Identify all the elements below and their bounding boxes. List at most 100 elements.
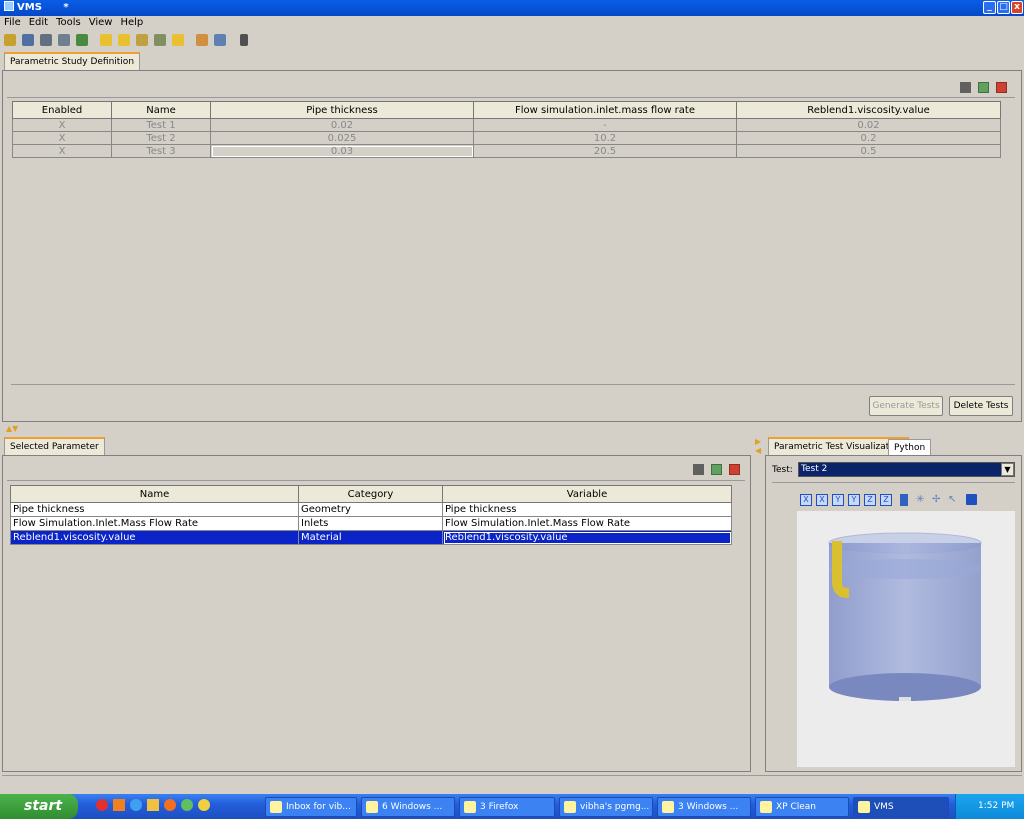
fit-icon[interactable]: ✢ [932,494,940,505]
horizontal-splitter[interactable]: ▲▼ [0,424,1024,433]
cell-category[interactable]: Material [298,530,443,545]
task-vibha[interactable]: vibha's pgmg... [559,797,653,817]
delete-row-icon[interactable] [996,82,1007,93]
table-view-icon[interactable] [693,464,704,475]
view-y-neg-button[interactable]: Y [832,494,844,506]
app-icon-quick[interactable] [181,799,193,811]
cell-name[interactable]: Test 2 [111,131,211,145]
view-y-pos-button[interactable]: Y [848,494,860,506]
cell-variable[interactable]: Reblend1.viscosity.value [442,530,732,545]
render-mode-icon[interactable] [900,494,908,506]
vertical-splitter-arrow-icon[interactable]: ▶ ◀ [755,437,763,457]
toolbar-new-icon[interactable] [4,34,16,46]
task-inbox[interactable]: Inbox for vib... [265,797,357,817]
col-variable[interactable]: Variable [442,485,732,503]
cell-viscosity[interactable]: 0.5 [736,144,1001,158]
menu-tools[interactable]: Tools [52,17,85,28]
toolbar-grid-icon[interactable] [40,34,52,46]
cell-flow[interactable]: 10.2 [473,131,737,145]
col-pipe-thickness[interactable]: Pipe thickness [210,101,474,119]
task-windows-2[interactable]: 3 Windows ... [657,797,751,817]
java-icon[interactable] [113,799,125,811]
view-x-neg-button[interactable]: X [800,494,812,506]
toolbar-folder4-icon[interactable] [172,34,184,46]
toolbar-run-icon[interactable] [196,34,208,46]
toolbar-stop-icon[interactable] [240,34,248,46]
col-category[interactable]: Category [298,485,443,503]
cell-category[interactable]: Inlets [298,516,443,531]
cell-category[interactable]: Geometry [298,502,443,517]
task-vms[interactable]: VMS [853,797,949,817]
cell-viscosity[interactable]: 0.02 [736,118,1001,132]
table-row[interactable]: Flow Simulation.Inlet.Mass Flow Rate Inle… [10,516,732,531]
view-x-pos-button[interactable]: X [816,494,828,506]
pick-icon[interactable]: ↖ [948,494,956,505]
antivirus-icon[interactable] [96,799,108,811]
cell-pipe[interactable]: 0.03 [210,144,474,158]
toolbar-layers-icon[interactable] [76,34,88,46]
col-name[interactable]: Name [111,101,211,119]
table-row[interactable]: X Test 2 0.025 10.2 0.2 [12,131,1001,145]
cell-enabled[interactable]: X [12,131,112,145]
cell-variable[interactable]: Pipe thickness [442,502,732,517]
firefox-icon[interactable] [164,799,176,811]
table-row-selected[interactable]: Reblend1.viscosity.value Material Reblend1… [10,530,732,545]
table-row[interactable]: X Test 1 0.02-0.02 [12,118,1001,132]
menu-help[interactable]: Help [116,17,147,28]
minimize-icon[interactable]: _ [983,1,996,14]
tab-parametric-study-definition[interactable]: Parametric Study Definition [4,52,141,70]
toolbar-folder3-icon[interactable] [136,34,148,46]
cell-enabled[interactable]: X [12,118,112,132]
menu-edit[interactable]: Edit [25,17,52,28]
toolbar-mesh-icon[interactable] [22,34,34,46]
col-name[interactable]: Name [10,485,299,503]
python-icon[interactable] [198,799,210,811]
delete-row-icon[interactable] [729,464,740,475]
cell-flow[interactable]: - [473,118,737,132]
cell-variable[interactable]: Flow Simulation.Inlet.Mass Flow Rate [442,516,732,531]
col-mass-flow-rate[interactable]: Flow simulation.inlet.mass flow rate [473,101,737,119]
toolbar-edit-icon[interactable] [154,34,166,46]
cell-flow[interactable]: 20.5 [473,144,737,158]
tab-selected-parameter[interactable]: Selected Parameter [4,437,105,455]
3d-viewport[interactable] [797,511,1015,767]
cell-pipe[interactable]: 0.025 [210,131,474,145]
close-icon[interactable]: x [1011,1,1023,14]
cell-name[interactable]: Test 1 [111,118,211,132]
table-row[interactable]: Pipe thickness Geometry Pipe thickness [10,502,732,517]
col-enabled[interactable]: Enabled [12,101,112,119]
task-windows-1[interactable]: 6 Windows ... [361,797,455,817]
toolbar-folder-icon[interactable] [100,34,112,46]
view-z-pos-button[interactable]: Z [880,494,892,506]
col-viscosity[interactable]: Reblend1.viscosity.value [736,101,1001,119]
generate-tests-button[interactable]: Generate Tests [869,396,943,416]
task-xp-clean[interactable]: XP Clean [755,797,849,817]
maximize-icon[interactable]: □ [997,1,1010,14]
add-row-icon[interactable] [978,82,989,93]
table-row[interactable]: X Test 3 0.03 20.5 0.5 [12,144,1001,158]
test-select[interactable]: Test 2 ▼ [798,462,1015,477]
cell-viscosity[interactable]: 0.2 [736,131,1001,145]
cell-name[interactable]: Pipe thickness [10,502,299,517]
task-firefox[interactable]: 3 Firefox [459,797,555,817]
ie-icon[interactable] [130,799,142,811]
toolbar-tool-icon[interactable] [58,34,70,46]
cell-pipe[interactable]: 0.02 [210,118,474,132]
launch-icon[interactable] [147,799,159,811]
menu-view[interactable]: View [85,17,117,28]
cell-name[interactable]: Test 3 [111,144,211,158]
axes-icon[interactable]: ✳ [916,494,924,505]
add-row-icon[interactable] [711,464,722,475]
view-z-neg-button[interactable]: Z [864,494,876,506]
table-view-icon[interactable] [960,82,971,93]
start-button[interactable]: start [0,794,78,819]
cell-name[interactable]: Flow Simulation.Inlet.Mass Flow Rate [10,516,299,531]
menu-file[interactable]: File [0,17,25,28]
chevron-down-icon[interactable]: ▼ [1001,463,1014,476]
toolbar-folder2-icon[interactable] [118,34,130,46]
save-icon[interactable] [966,494,977,505]
splitter-arrow-icon[interactable]: ▲▼ [6,424,18,433]
toolbar-export-icon[interactable] [214,34,226,46]
tab-python[interactable]: Python [888,439,932,455]
cell-name[interactable]: Reblend1.viscosity.value [10,530,299,545]
